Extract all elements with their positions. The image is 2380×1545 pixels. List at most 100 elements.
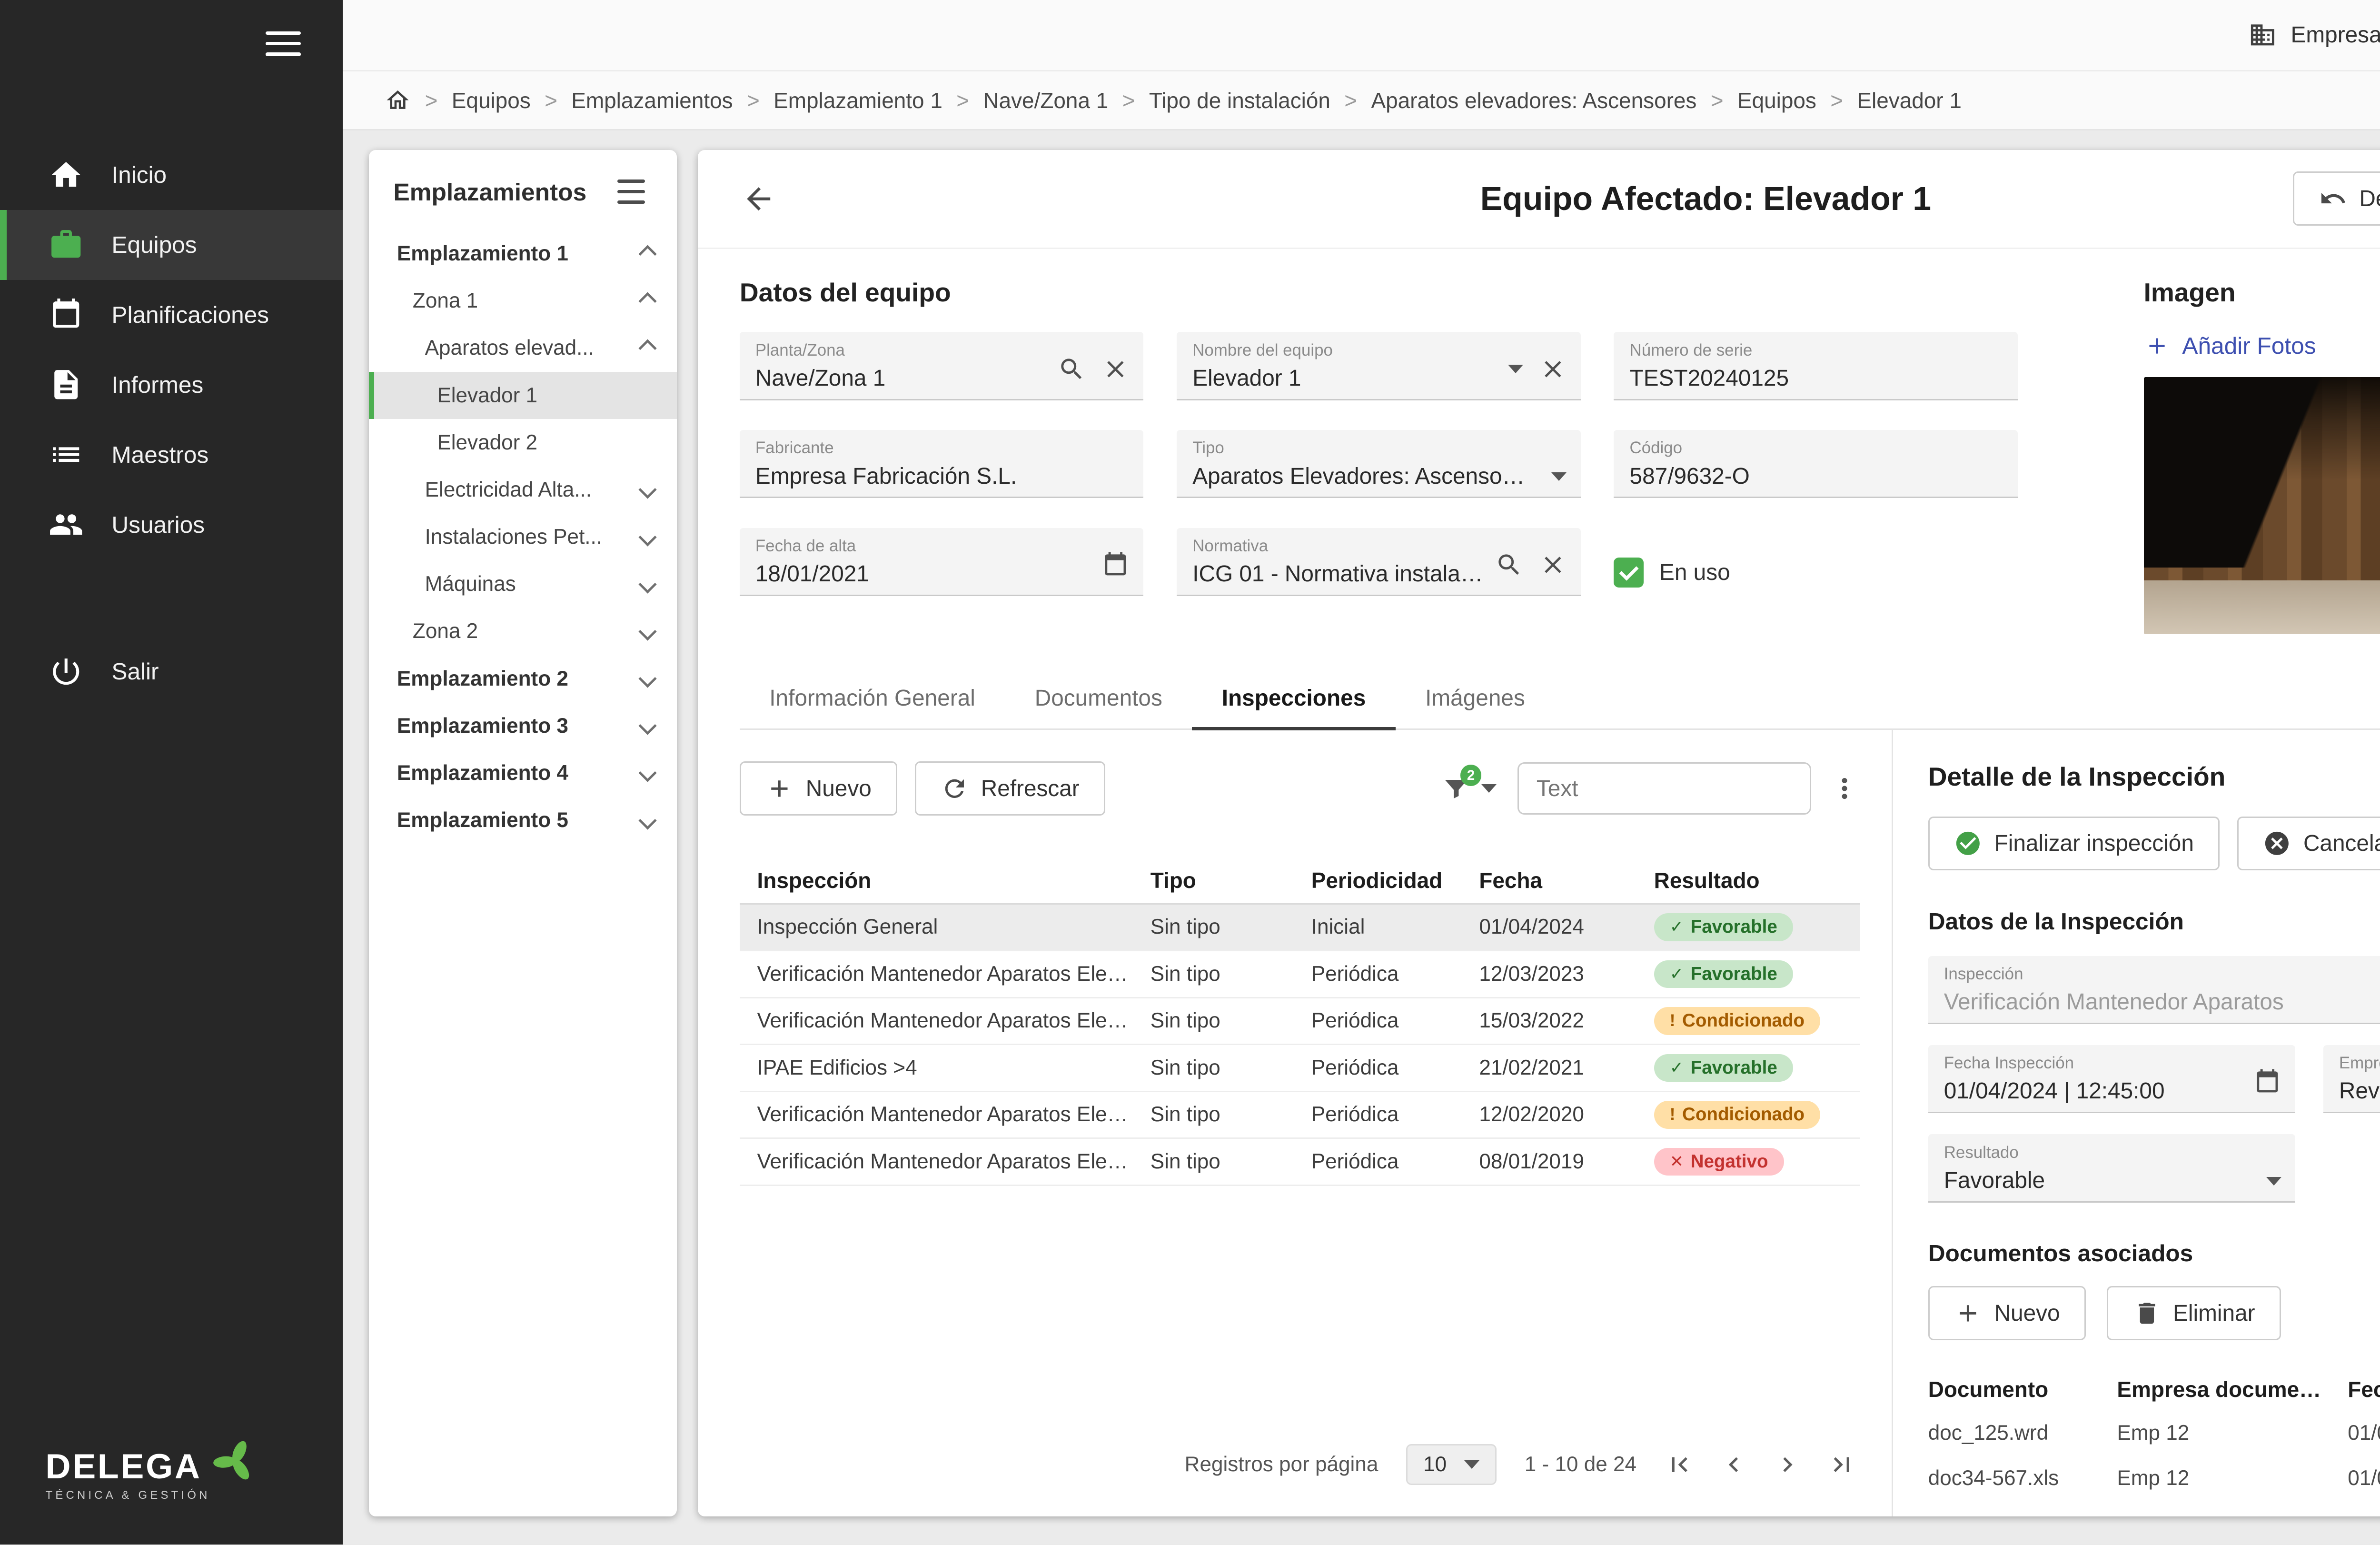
breadcrumb-item[interactable]: Emplazamientos bbox=[531, 88, 733, 113]
inspection-row[interactable]: Verificación Mantenedor Aparatos Elevado… bbox=[739, 1139, 1861, 1186]
field-codigo[interactable]: Código 587/9632-O bbox=[1614, 430, 2018, 498]
breadcrumb-item[interactable]: Emplazamiento 1 bbox=[733, 88, 942, 113]
sidebar-item[interactable]: Usuarios bbox=[0, 489, 343, 559]
document-row[interactable]: doc34-567.xls Emp 12 01/04/2024 No bbox=[1928, 1455, 2380, 1501]
per-page-select[interactable]: 10 bbox=[1406, 1444, 1497, 1485]
column-header: Periodicidad bbox=[1311, 867, 1443, 893]
result-badge: Favorable bbox=[1654, 960, 1793, 988]
new-inspection-button[interactable]: Nuevo bbox=[739, 761, 898, 816]
finish-inspection-button[interactable]: Finalizar inspección bbox=[1928, 816, 2220, 871]
sidebar-item[interactable]: Informes bbox=[0, 350, 343, 420]
more-options-icon[interactable] bbox=[1829, 773, 1860, 804]
tree-item[interactable]: Máquinas bbox=[369, 561, 677, 608]
field-planta-zona[interactable]: Planta/Zona Nave/Zona 1 bbox=[739, 332, 1144, 400]
inspection-row[interactable]: Verificación Mantenedor Aparatos Elevado… bbox=[739, 998, 1861, 1046]
breadcrumb-item[interactable]: Tipo de instalación bbox=[1108, 88, 1330, 113]
refresh-button[interactable]: Refrescar bbox=[914, 761, 1106, 816]
tree-item-label: Zona 2 bbox=[412, 619, 478, 643]
tree-item[interactable]: Instalaciones Pet... bbox=[369, 514, 677, 561]
dropdown-caret-icon[interactable] bbox=[1507, 365, 1523, 373]
tab[interactable]: Documentos bbox=[1005, 669, 1192, 730]
inspection-row[interactable]: Verificación Mantenedor Aparatos Elevado… bbox=[739, 1092, 1861, 1139]
chevron-icon bbox=[638, 811, 657, 830]
inspection-row[interactable]: IPAE Edificios >4 Sin tipo Periódica 21/… bbox=[739, 1045, 1861, 1092]
search-input[interactable] bbox=[1517, 762, 1812, 815]
field-fecha-inspeccion[interactable]: Fecha Inspección 01/04/2024 | 12:45:00 bbox=[1928, 1045, 2296, 1114]
breadcrumb-item[interactable]: Nave/Zona 1 bbox=[942, 88, 1108, 113]
field-tipo[interactable]: Tipo Aparatos Elevadores: Ascensores bbox=[1177, 430, 1581, 498]
undo-button[interactable]: Deshacer bbox=[2293, 171, 2380, 226]
inspection-row[interactable]: Inspección General Sin tipo Inicial 01/0… bbox=[739, 904, 1861, 952]
sidebar-item-salir[interactable]: Salir bbox=[0, 637, 343, 707]
company-selector[interactable]: Empresa 1 bbox=[2249, 21, 2380, 49]
inspections-panel: Nuevo Refrescar 2 Text Inspección Tipo P… bbox=[739, 730, 1892, 1516]
tree-item[interactable]: Emplazamiento 5 bbox=[369, 797, 677, 844]
breadcrumb-item[interactable]: Equipos bbox=[411, 88, 531, 113]
tree-item-label: Emplazamiento 4 bbox=[397, 761, 568, 785]
sidebar-item[interactable]: Equipos bbox=[0, 209, 343, 280]
back-button[interactable] bbox=[733, 172, 785, 225]
column-header: Empresa documental bbox=[2117, 1376, 2338, 1402]
tree-item[interactable]: Emplazamiento 3 bbox=[369, 702, 677, 749]
filter-control[interactable]: 2 bbox=[1441, 765, 1497, 803]
sidebar: Inicio Equipos Planificaciones Informes … bbox=[0, 0, 343, 1545]
tree-item-label: Emplazamiento 3 bbox=[397, 714, 568, 738]
field-fecha-alta[interactable]: Fecha de alta 18/01/2021 bbox=[739, 528, 1144, 597]
field-nombre-equipo[interactable]: Nombre del equipo Elevador 1 bbox=[1177, 332, 1581, 400]
document-row[interactable]: doc_125.wrd Emp 12 01/04/2024 Sí bbox=[1928, 1410, 2380, 1456]
tree-item[interactable]: Zona 2 bbox=[369, 608, 677, 655]
next-page-icon[interactable] bbox=[1773, 1450, 1802, 1479]
breadcrumb-item[interactable]: Aparatos elevadores: Ascensores bbox=[1330, 88, 1696, 113]
cancel-inspection-button[interactable]: Cancelar inspección bbox=[2237, 816, 2380, 871]
calendar-icon[interactable] bbox=[2253, 1068, 2281, 1096]
tab[interactable]: Imágenes bbox=[1396, 669, 1555, 730]
field-numero-serie[interactable]: Número de serie TEST20240125 bbox=[1614, 332, 2018, 400]
field-resultado[interactable]: Resultado Favorable bbox=[1928, 1134, 2296, 1203]
new-document-button[interactable]: Nuevo bbox=[1928, 1286, 2086, 1340]
sidebar-item[interactable]: Maestros bbox=[0, 420, 343, 490]
tree-item-label: Aparatos elevad... bbox=[425, 336, 594, 360]
add-photos-button[interactable]: Añadir Fotos bbox=[2144, 332, 2380, 359]
tab[interactable]: Inspecciones bbox=[1192, 669, 1396, 730]
sidebar-item-label: Usuarios bbox=[111, 511, 205, 538]
dropdown-caret-icon[interactable] bbox=[2266, 1176, 2281, 1186]
last-page-icon[interactable] bbox=[1827, 1450, 1856, 1479]
tree-item[interactable]: Elevador 2 bbox=[369, 419, 677, 466]
home-icon[interactable] bbox=[385, 87, 411, 113]
sidebar-item[interactable]: Inicio bbox=[0, 140, 343, 210]
menu-icon bbox=[49, 437, 83, 472]
clear-icon[interactable] bbox=[1101, 355, 1130, 383]
tree-item-label: Electricidad Alta... bbox=[425, 478, 592, 501]
tab[interactable]: Información General bbox=[740, 669, 1005, 730]
clear-icon[interactable] bbox=[1539, 551, 1567, 579]
en-uso-checkbox[interactable] bbox=[1614, 558, 1644, 588]
prev-page-icon[interactable] bbox=[1719, 1450, 1748, 1479]
chevron-icon bbox=[638, 292, 657, 310]
dropdown-caret-icon[interactable] bbox=[1551, 472, 1567, 481]
tree-item[interactable]: Zona 1 bbox=[369, 278, 677, 325]
sidebar-item[interactable]: Planificaciones bbox=[0, 280, 343, 350]
clear-icon[interactable] bbox=[1539, 355, 1567, 383]
tree-item[interactable]: Aparatos elevad... bbox=[369, 325, 677, 372]
calendar-icon[interactable] bbox=[1101, 551, 1130, 579]
field-normativa[interactable]: Normativa ICG 01 - Normativa instalad... bbox=[1177, 528, 1581, 597]
chevron-icon bbox=[638, 244, 657, 263]
locations-menu-icon[interactable] bbox=[617, 172, 652, 211]
delete-document-button[interactable]: Eliminar bbox=[2107, 1286, 2281, 1340]
breadcrumb-item[interactable]: Equipos bbox=[1696, 88, 1816, 113]
tree-item[interactable]: Emplazamiento 1 bbox=[369, 230, 677, 277]
field-fabricante[interactable]: Fabricante Empresa Fabricación S.L. bbox=[739, 430, 1144, 498]
first-page-icon[interactable] bbox=[1665, 1450, 1694, 1479]
search-icon[interactable] bbox=[1495, 551, 1523, 579]
breadcrumb-item[interactable]: Elevador 1 bbox=[1816, 88, 1961, 113]
sidebar-collapse-icon[interactable] bbox=[266, 24, 301, 63]
field-empresa-revisora[interactable]: Empresa Revisora Revisiones S.A. bbox=[2323, 1045, 2380, 1114]
logo-text: DELEGA bbox=[45, 1446, 202, 1486]
tree-item[interactable]: Emplazamiento 2 bbox=[369, 655, 677, 702]
inspection-row[interactable]: Verificación Mantenedor Aparatos Elevado… bbox=[739, 951, 1861, 998]
inspections-table: Inspección Tipo Periodicidad Fecha Resultado… bbox=[739, 857, 1861, 1186]
tree-item[interactable]: Elevador 1 bbox=[369, 372, 677, 419]
search-icon[interactable] bbox=[1058, 355, 1086, 383]
tree-item[interactable]: Emplazamiento 4 bbox=[369, 749, 677, 797]
tree-item[interactable]: Electricidad Alta... bbox=[369, 466, 677, 513]
